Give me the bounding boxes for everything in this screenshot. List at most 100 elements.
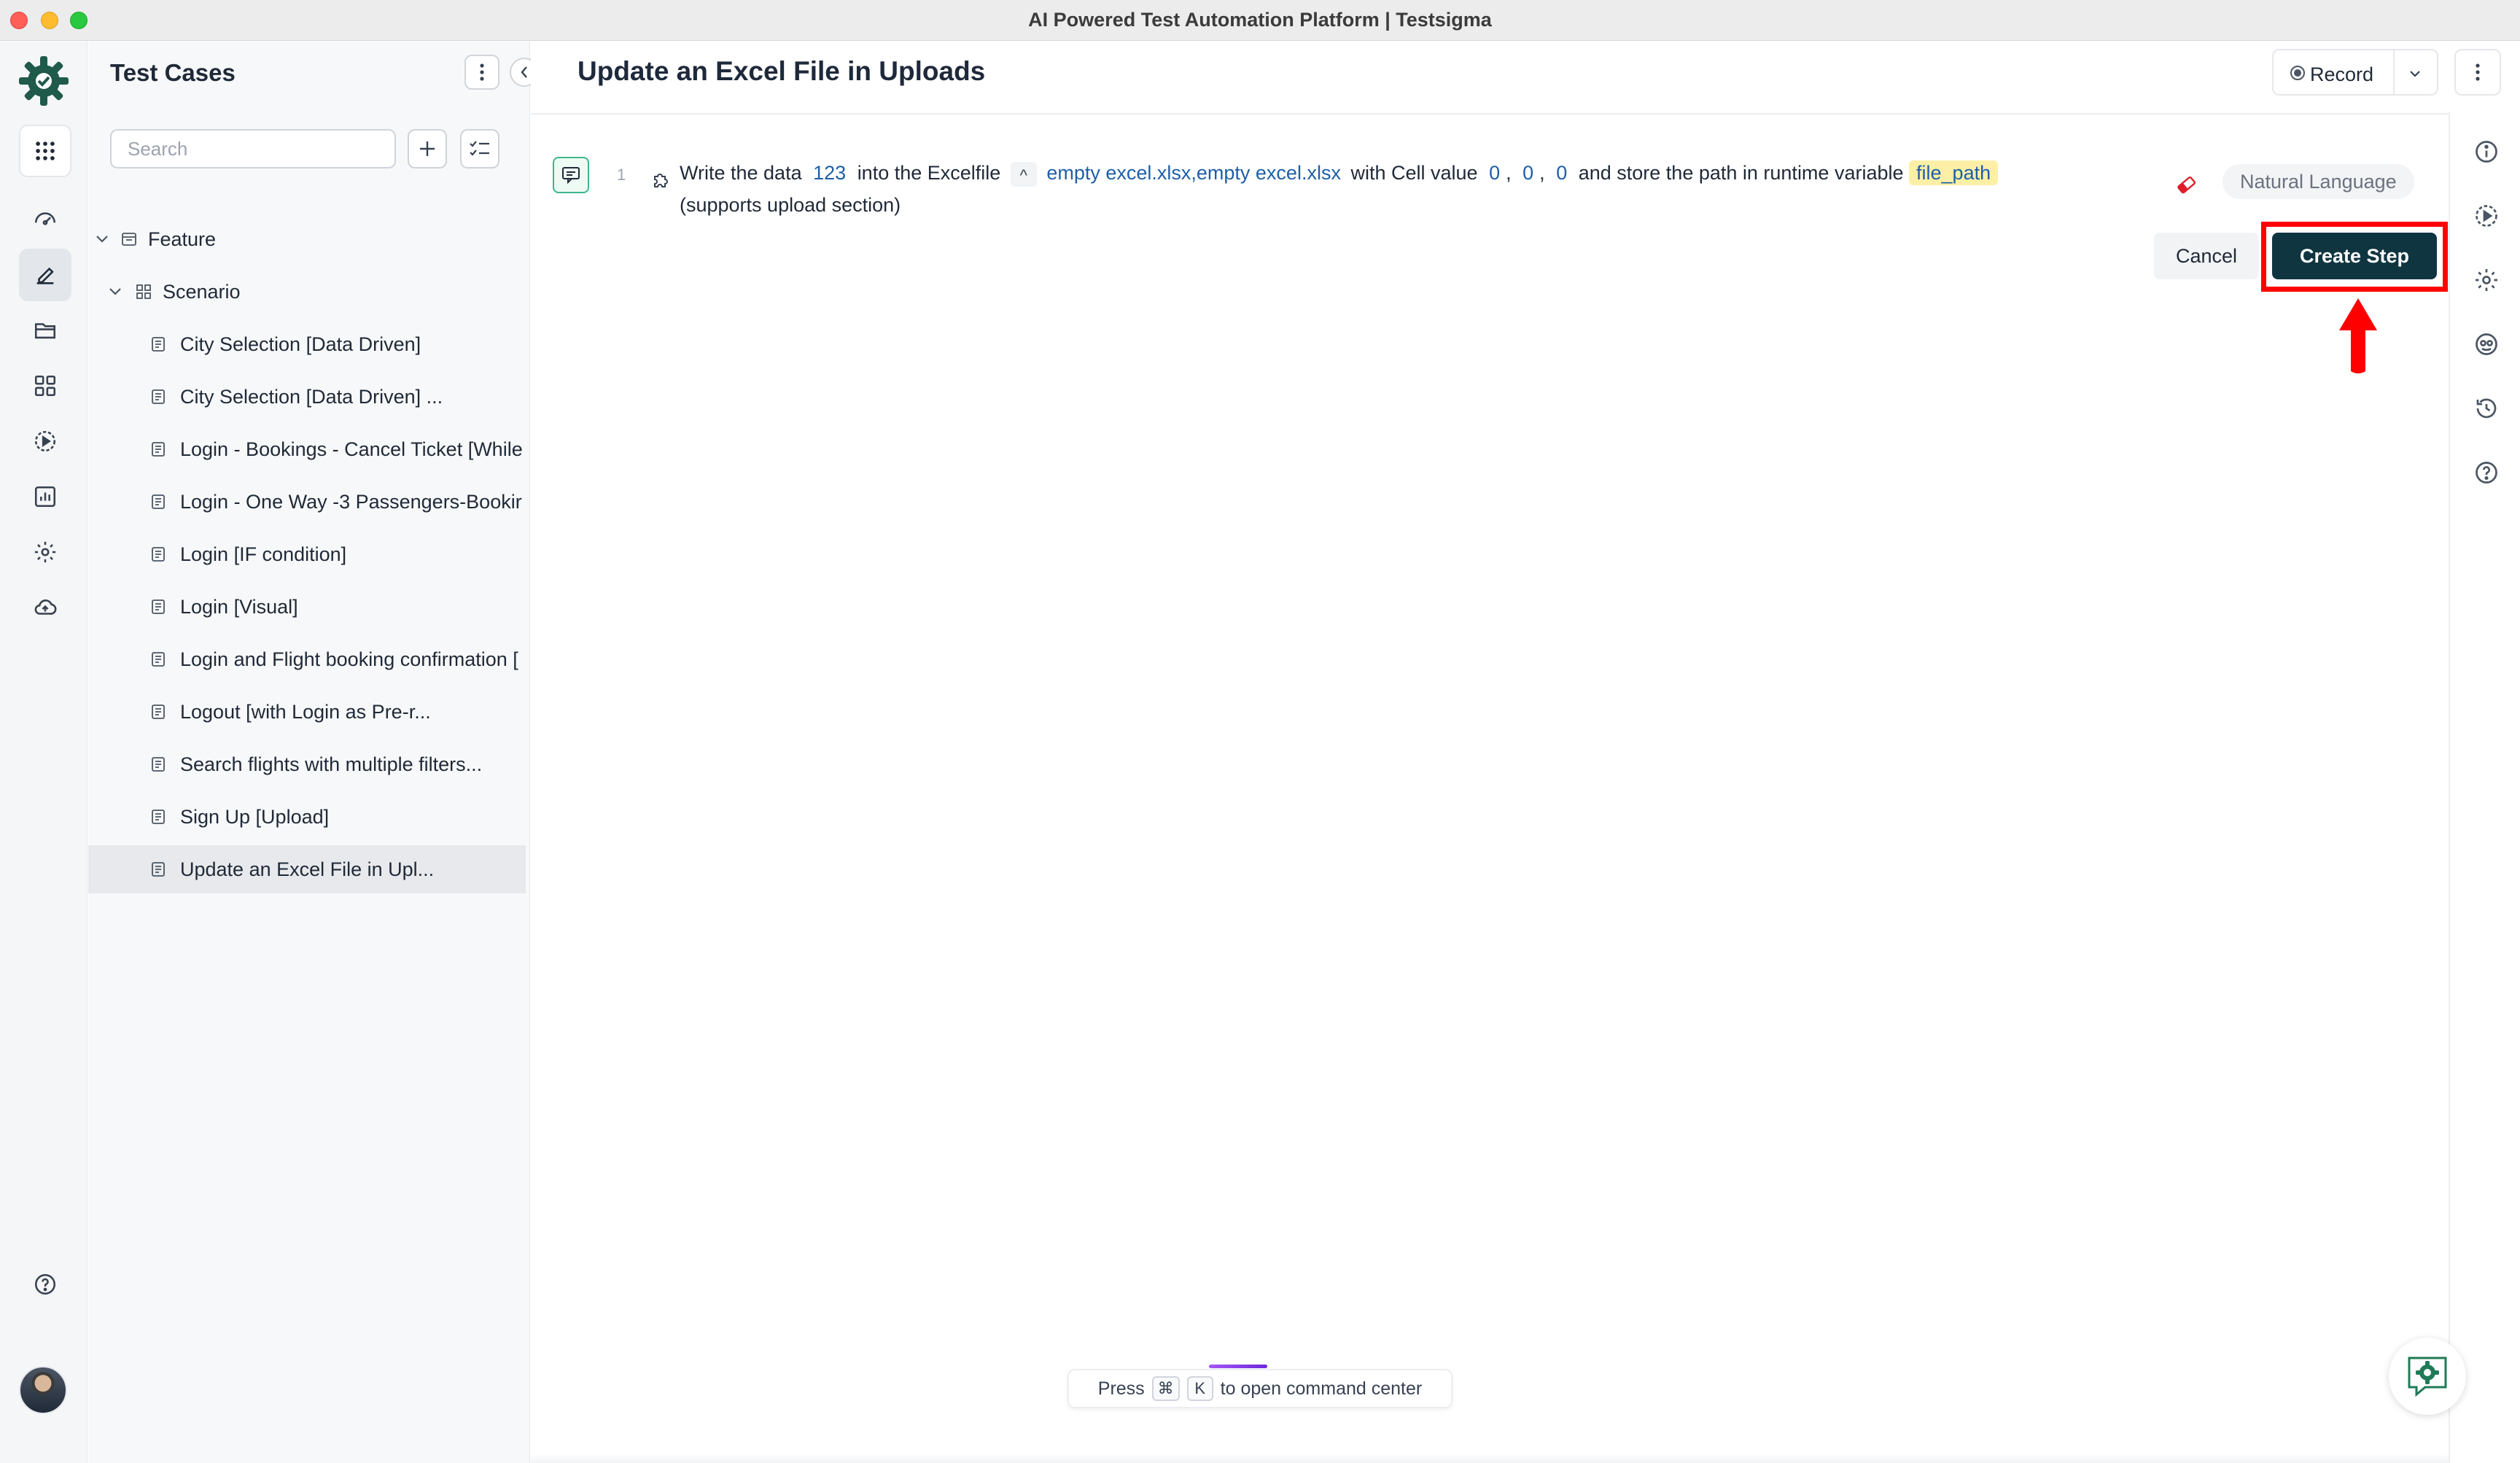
page-more-button[interactable] xyxy=(2454,49,2501,96)
test-cases-icon[interactable] xyxy=(19,249,71,301)
feature-label: Feature xyxy=(148,228,217,250)
test-case-label: City Selection [Data Driven] xyxy=(180,333,421,355)
settings-gear-icon[interactable] xyxy=(2473,267,2500,293)
run-icon[interactable] xyxy=(19,415,71,467)
command-key: ⌘ xyxy=(1151,1376,1180,1401)
search-input[interactable] xyxy=(110,129,396,168)
header-divider xyxy=(531,113,2449,115)
cell-sheet-token[interactable]: 0 xyxy=(1550,162,1573,184)
left-nav-rail xyxy=(0,42,88,1463)
user-avatar[interactable] xyxy=(19,1366,67,1414)
chat-bot-icon xyxy=(2408,1357,2447,1397)
test-case-item[interactable]: City Selection [Data Driven] xyxy=(88,320,526,368)
ai-assistant-icon[interactable] xyxy=(2473,331,2500,357)
test-case-file-icon xyxy=(152,547,165,562)
elements-icon[interactable] xyxy=(19,360,71,412)
kebab-icon xyxy=(2476,63,2480,81)
record-label: Record xyxy=(2310,63,2374,85)
record-button[interactable]: Record xyxy=(2272,49,2438,96)
apps-icon[interactable] xyxy=(19,125,71,177)
record-divider xyxy=(2393,50,2395,94)
comma-separator: , xyxy=(1506,162,1512,184)
explorer-more-button[interactable] xyxy=(464,55,499,90)
history-icon[interactable] xyxy=(2473,395,2500,422)
hint-press: Press xyxy=(1097,1378,1145,1399)
test-case-item[interactable]: Login [Visual] xyxy=(88,583,526,631)
dashboard-icon[interactable] xyxy=(19,193,71,246)
settings-icon[interactable] xyxy=(19,526,71,578)
test-case-label: Search flights with multiple filters... xyxy=(180,753,483,775)
natural-language-mode-badge[interactable]: Natural Language xyxy=(2222,164,2414,199)
app-window: AI Powered Test Automation Platform | Te… xyxy=(0,0,2520,1463)
k-key: K xyxy=(1186,1376,1213,1401)
testsigma-logo-icon[interactable] xyxy=(15,52,73,110)
test-case-label: Login - Bookings - Cancel Ticket [While xyxy=(180,438,523,460)
test-case-file-icon xyxy=(152,757,165,772)
tree-feature[interactable]: Feature xyxy=(88,215,526,263)
step-text-supports: (supports upload section) xyxy=(680,194,901,216)
cell-row-token[interactable]: 0 xyxy=(1483,162,1506,184)
test-case-item[interactable]: Login [IF condition] xyxy=(88,530,526,578)
add-test-case-button[interactable] xyxy=(408,129,447,168)
test-case-label: Logout [with Login as Pre-r... xyxy=(180,700,431,723)
test-data-icon[interactable] xyxy=(19,304,71,357)
test-case-file-icon xyxy=(152,337,165,352)
chevron-down-icon[interactable] xyxy=(2408,66,2422,81)
test-case-label: Login and Flight booking confirmation [ xyxy=(180,648,518,670)
step-text[interactable]: Write the data 123 into the Excelfile ^ … xyxy=(680,157,2065,221)
test-case-item[interactable]: Search flights with multiple filters... xyxy=(88,740,526,788)
clear-step-eraser-icon[interactable] xyxy=(2176,176,2198,195)
runtime-variable-token[interactable]: file_path xyxy=(1909,160,1999,185)
test-data-token[interactable]: 123 xyxy=(807,162,852,184)
test-case-item[interactable]: Logout [with Login as Pre-r... xyxy=(88,688,526,736)
step-text-into: into the Excelfile xyxy=(857,162,1001,184)
test-case-item[interactable]: Sign Up [Upload] xyxy=(88,793,526,841)
test-case-label: Update an Excel File in Upl... xyxy=(180,858,435,880)
test-case-item[interactable]: Login - One Way -3 Passengers-Bookir xyxy=(88,478,526,526)
test-case-label: Login [Visual] xyxy=(180,595,298,618)
help-icon[interactable] xyxy=(19,1258,71,1311)
upload-cloud-icon[interactable] xyxy=(19,581,71,634)
addon-puzzle-icon xyxy=(654,174,668,187)
scenario-icon xyxy=(136,284,151,299)
right-tool-rail xyxy=(2449,112,2520,1463)
test-case-file-icon xyxy=(152,442,165,457)
comment-box-icon xyxy=(562,167,580,185)
bottom-shadow xyxy=(531,1454,2449,1463)
chevron-down-icon xyxy=(109,288,121,295)
test-case-file-icon xyxy=(152,862,165,877)
test-case-file-icon xyxy=(152,599,165,614)
chat-support-button[interactable] xyxy=(2389,1338,2466,1415)
info-icon[interactable] xyxy=(2473,139,2500,165)
kebab-icon xyxy=(480,63,484,81)
command-hint-accent xyxy=(1209,1365,1267,1368)
create-step-button[interactable]: Create Step xyxy=(2272,233,2437,279)
help-icon[interactable] xyxy=(2473,459,2500,486)
excel-file-token[interactable]: empty excel.xlsx,empty excel.xlsx xyxy=(1046,162,1341,184)
explorer-title: Test Cases xyxy=(110,59,236,86)
command-center-hint[interactable]: Press ⌘ K to open command center xyxy=(1068,1369,1452,1408)
annotation-arrow-up-icon xyxy=(2339,298,2377,373)
feature-icon xyxy=(122,233,136,246)
step-type-icon[interactable] xyxy=(553,157,589,193)
test-case-item-selected[interactable]: Update an Excel File in Upl... xyxy=(88,845,526,893)
window-title: AI Powered Test Automation Platform | Te… xyxy=(1028,9,1492,31)
cell-column-token[interactable]: 0 xyxy=(1517,162,1539,184)
test-case-file-icon xyxy=(152,705,165,719)
bulk-select-button[interactable] xyxy=(460,129,499,168)
test-case-label: Login - One Way -3 Passengers-Bookir xyxy=(180,490,522,513)
test-case-explorer: Test Cases Feature Scenario City Sel xyxy=(88,42,539,1463)
checklist-icon xyxy=(470,141,489,156)
test-case-file-icon xyxy=(152,389,165,404)
comma-separator: , xyxy=(1539,162,1545,184)
dry-run-icon[interactable] xyxy=(2473,203,2500,229)
cancel-button[interactable]: Cancel xyxy=(2154,233,2259,279)
test-case-file-icon xyxy=(152,810,165,824)
tree-scenario[interactable]: Scenario xyxy=(88,268,526,316)
test-case-item[interactable]: Login - Bookings - Cancel Ticket [While xyxy=(88,425,526,473)
reports-icon[interactable] xyxy=(19,470,71,523)
test-case-item[interactable]: City Selection [Data Driven] ... xyxy=(88,373,526,421)
test-case-item[interactable]: Login and Flight booking confirmation [ xyxy=(88,635,526,683)
hint-suffix: to open command center xyxy=(1220,1378,1423,1399)
file-caret-toggle[interactable]: ^ xyxy=(1010,161,1037,187)
